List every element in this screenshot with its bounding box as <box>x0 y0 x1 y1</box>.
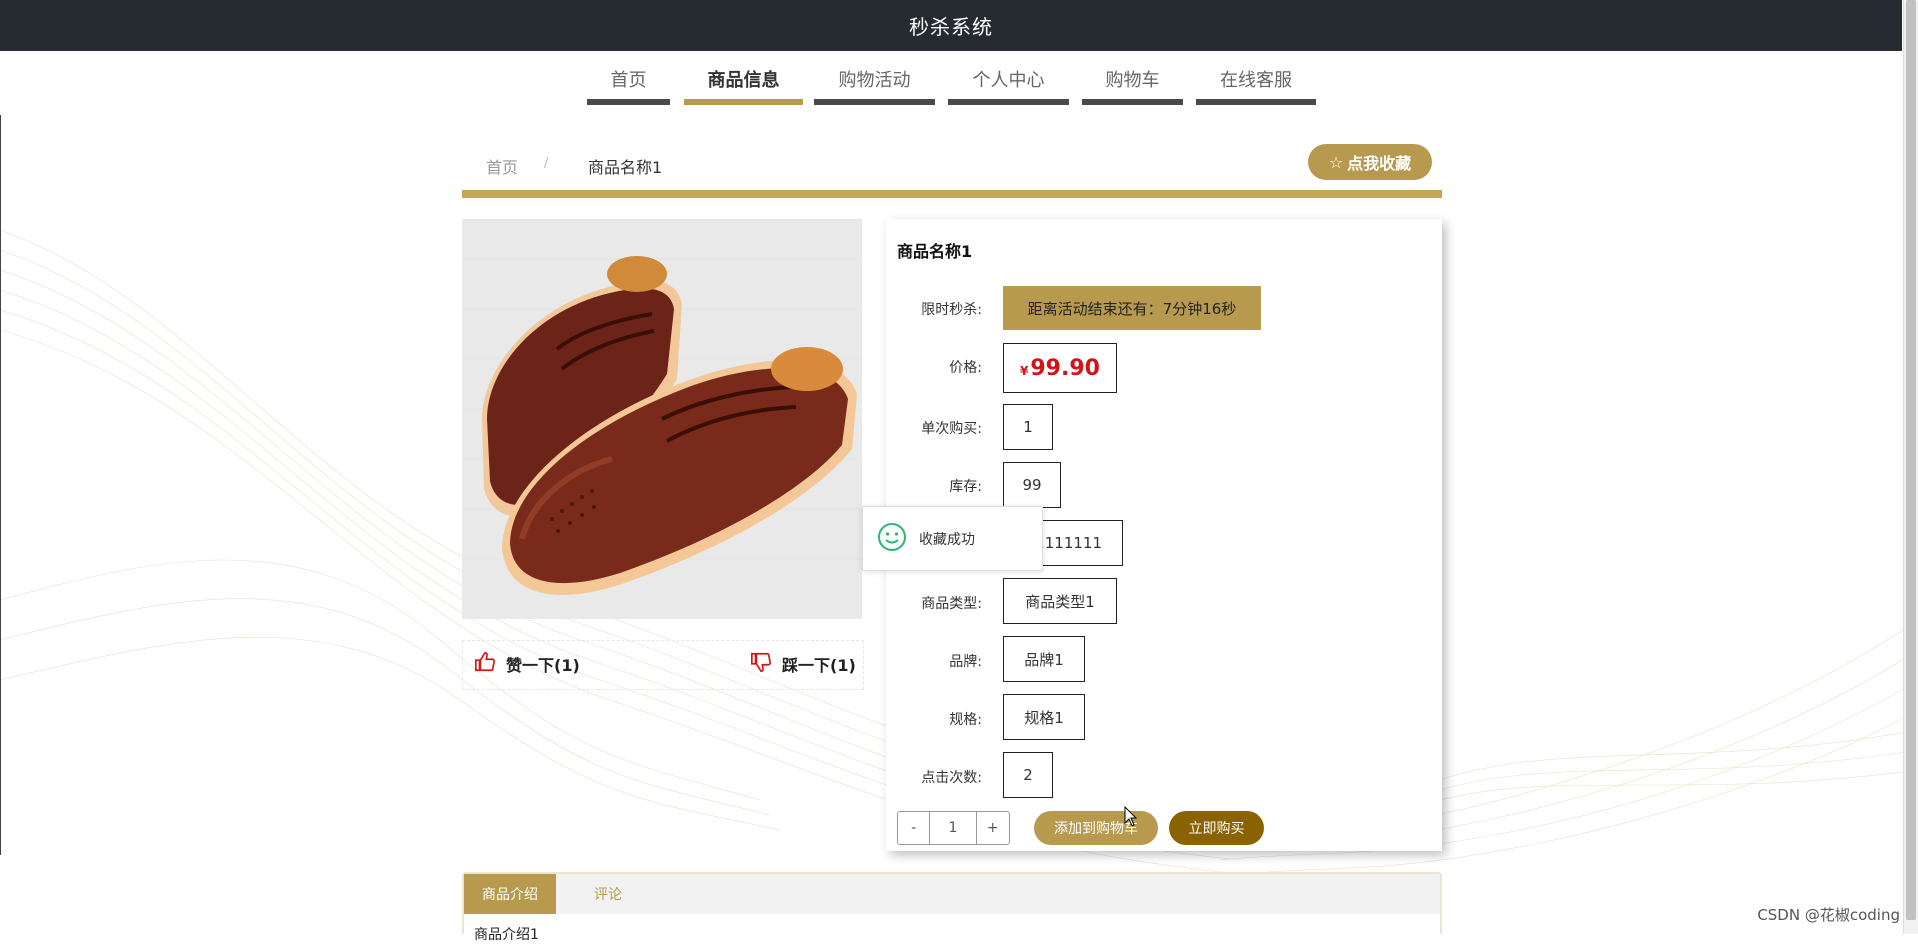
nav-item-customer-service[interactable]: 在线客服 <box>1196 51 1316 105</box>
nav-item-personal-center[interactable]: 个人中心 <box>948 51 1069 105</box>
app-header: 秒杀系统 <box>0 0 1902 51</box>
nav-item-cart[interactable]: 购物车 <box>1082 51 1183 105</box>
quantity-input[interactable]: 1 <box>930 812 977 844</box>
thumbs-down-icon <box>750 651 772 677</box>
mouse-cursor-icon <box>1124 806 1138 827</box>
nav-label: 购物活动 <box>838 70 911 91</box>
per-purchase-label: 单次购买: <box>921 421 982 437</box>
product-name: 商品名称1 <box>897 242 973 261</box>
main-nav: 首页 商品信息 购物活动 个人中心 购物车 在线客服 <box>0 51 1902 115</box>
favorite-label: 点我收藏 <box>1347 154 1412 173</box>
breadcrumb-divider <box>462 190 1442 198</box>
dislike-button[interactable]: 踩一下(1) <box>750 640 856 688</box>
nav-item-product-info[interactable]: 商品信息 <box>684 51 803 105</box>
price-amount: 99.90 <box>1030 355 1100 381</box>
quantity-stepper: - 1 + <box>897 811 1010 845</box>
dislike-label: 踩一下(1) <box>782 656 856 675</box>
nav-label: 商品信息 <box>707 70 780 91</box>
price-label: 价格: <box>949 360 982 376</box>
breadcrumb: 首页 / 商品名称1 ☆ 点我收藏 <box>462 142 1442 198</box>
scrollbar-thumb[interactable] <box>1906 0 1916 920</box>
brand-label: 品牌: <box>949 654 982 670</box>
per-purchase-value: 1 <box>1003 404 1053 450</box>
clicks-value: 2 <box>1003 752 1053 798</box>
spec-label: 规格: <box>949 712 982 728</box>
watermark: CSDN @花椒coding <box>1757 906 1900 924</box>
nav-label: 个人中心 <box>972 70 1045 91</box>
nav-label: 首页 <box>610 70 647 91</box>
smile-icon <box>877 522 907 556</box>
tab-comments[interactable]: 评论 <box>556 874 660 914</box>
brand-value: 品牌1 <box>1003 636 1085 682</box>
like-label: 赞一下(1) <box>506 656 580 675</box>
category-value: 商品类型1 <box>1003 578 1117 624</box>
nav-label: 购物车 <box>1105 70 1160 91</box>
clicks-label: 点击次数: <box>921 770 982 786</box>
product-image <box>462 219 862 619</box>
star-outline-icon: ☆ <box>1328 152 1344 172</box>
quantity-increment-button[interactable]: + <box>977 812 1009 844</box>
breadcrumb-current: 商品名称1 <box>588 158 663 177</box>
page-scrollbar[interactable] <box>1903 0 1918 934</box>
spec-value: 规格1 <box>1003 694 1085 740</box>
category-label: 商品类型: <box>921 596 982 612</box>
breadcrumb-separator: / <box>544 156 549 171</box>
breadcrumb-home[interactable]: 首页 <box>486 154 518 178</box>
flash-sale-label: 限时秒杀: <box>921 302 982 318</box>
stock-label: 库存: <box>949 479 982 495</box>
quantity-decrement-button[interactable]: - <box>898 812 931 844</box>
currency-symbol: ¥ <box>1020 363 1029 378</box>
tab-content-text: 商品介绍1 <box>474 927 539 943</box>
page-left-border <box>0 115 1 855</box>
favorite-button[interactable]: ☆ 点我收藏 <box>1308 144 1432 180</box>
like-button[interactable]: 赞一下(1) <box>474 640 580 688</box>
toast-message: 收藏成功 <box>919 531 975 548</box>
nav-item-shopping-activity[interactable]: 购物活动 <box>814 51 935 105</box>
thumbs-up-icon <box>474 651 496 677</box>
price-value: ¥99.90 <box>1003 343 1117 393</box>
add-to-cart-button[interactable]: 添加到购物车 <box>1034 811 1158 845</box>
nav-item-home[interactable]: 首页 <box>587 51 670 105</box>
countdown-badge: 距离活动结束还有：7分钟16秒 <box>1003 286 1261 330</box>
toast-notification: 收藏成功 <box>862 506 1043 571</box>
tab-product-intro[interactable]: 商品介绍 <box>464 874 556 914</box>
app-title: 秒杀系统 <box>909 15 993 39</box>
nav-label: 在线客服 <box>1220 70 1292 91</box>
buy-now-button[interactable]: 立即购买 <box>1169 811 1264 845</box>
stock-value: 99 <box>1003 462 1061 508</box>
product-tabs: 商品介绍 评论 商品介绍1 <box>462 872 1442 943</box>
